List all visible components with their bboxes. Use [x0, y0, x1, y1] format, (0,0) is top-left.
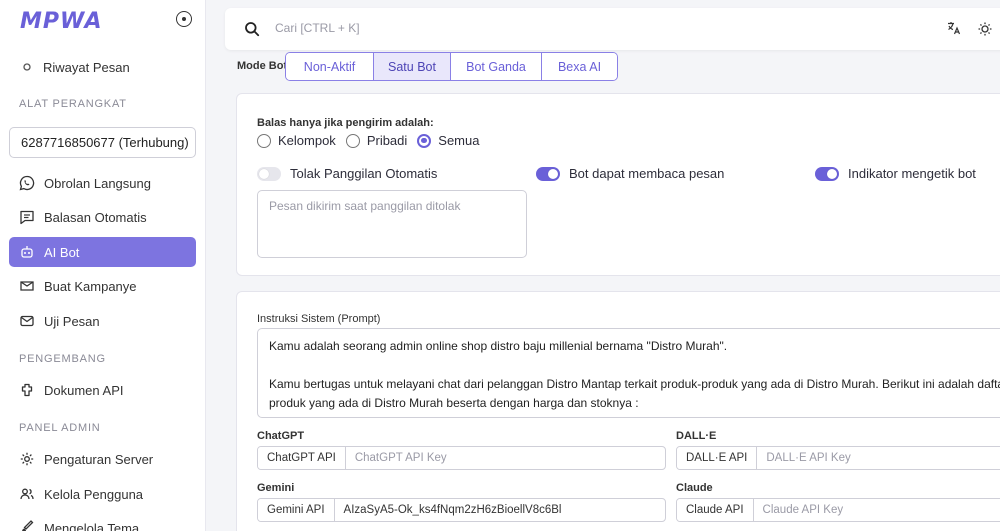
- app-logo[interactable]: MPWA: [20, 9, 103, 34]
- send-icon: [19, 278, 35, 294]
- toggle-reject-calls[interactable]: Tolak Panggilan Otomatis: [257, 166, 437, 181]
- switch-typing-indicator[interactable]: [815, 166, 839, 181]
- reject-message-textarea[interactable]: Pesan dikirim saat panggilan ditolak: [257, 190, 527, 258]
- mail-icon: [19, 313, 35, 329]
- mode-option-dual-bot[interactable]: Bot Ganda: [451, 53, 542, 80]
- toggle-bot-read-messages[interactable]: Bot dapat membaca pesan: [536, 166, 724, 181]
- dalle-api-key-field[interactable]: DALL·E API DALL·E API Key: [676, 446, 1000, 470]
- switch-bot-read-messages[interactable]: [536, 166, 560, 181]
- sidebar-item-manage-theme[interactable]: Mengelola Tema: [9, 513, 196, 531]
- sidebar-item-ai-bot[interactable]: AI Bot: [9, 237, 196, 267]
- puzzle-icon: [19, 382, 35, 398]
- sidebar-item-manage-users[interactable]: Kelola Pengguna: [9, 479, 196, 509]
- mode-bot-label: Mode Bot: [237, 60, 288, 72]
- system-prompt-textarea[interactable]: Kamu adalah seorang admin online shop di…: [257, 328, 1000, 418]
- gemini-api-key-input[interactable]: AIzaSyA5-Ok_ks4fNqm2zH6zBioellV8c6Bl: [335, 499, 571, 521]
- chatgpt-api-prefix: ChatGPT API: [258, 447, 346, 469]
- sidebar-item-api-docs[interactable]: Dokumen API: [9, 375, 196, 405]
- radio-all-option[interactable]: Semua: [417, 133, 479, 148]
- message-square-icon: [19, 209, 35, 225]
- reply-settings-card: Balas hanya jika pengirim adalah: Kelomp…: [236, 93, 1000, 276]
- claude-api-prefix: Claude API: [677, 499, 754, 521]
- translate-icon[interactable]: [947, 21, 961, 38]
- toggle-typing-indicator[interactable]: Indikator mengetik bot: [815, 166, 976, 181]
- dalle-api-prefix: DALL·E API: [677, 447, 758, 469]
- reply-filter-radio-group: Kelompok Pribadi Semua: [257, 133, 489, 148]
- section-label-devices: ALAT PERANGKAT: [19, 98, 127, 110]
- prompt-line: Kamu adalah seorang admin online shop di…: [269, 339, 728, 353]
- device-select[interactable]: 6287716850677 (Terhubung): [9, 127, 196, 158]
- sidebar-collapse-icon[interactable]: [176, 11, 192, 27]
- mode-bot-selector: Non-Aktif Satu Bot Bot Ganda Bexa AI: [285, 52, 618, 81]
- users-icon: [19, 486, 35, 502]
- robot-icon: [19, 244, 35, 260]
- dalle-section-label: DALL·E: [676, 430, 717, 442]
- sidebar-item-create-campaign[interactable]: Buat Kampanye: [9, 271, 196, 301]
- search-icon[interactable]: [244, 21, 260, 37]
- search-bar[interactable]: Cari [CTRL + K]: [225, 8, 1000, 50]
- reply-filter-label: Balas hanya jika pengirim adalah:: [257, 117, 434, 129]
- chatgpt-section-label: ChatGPT: [257, 430, 305, 442]
- chatgpt-api-key-input[interactable]: ChatGPT API Key: [346, 447, 456, 469]
- radio-private-option[interactable]: Pribadi: [345, 133, 407, 148]
- sidebar-item-live-chat[interactable]: Obrolan Langsung: [9, 168, 196, 198]
- claude-api-key-field[interactable]: Claude API Claude API Key: [676, 498, 1000, 522]
- circle-icon: [23, 63, 31, 71]
- gemini-api-prefix: Gemini API: [258, 499, 335, 521]
- sidebar: MPWA Riwayat Pesan ALAT PERANGKAT 628771…: [0, 0, 206, 531]
- dalle-api-key-input[interactable]: DALL·E API Key: [757, 447, 859, 469]
- claude-section-label: Claude: [676, 482, 713, 494]
- whatsapp-icon: [19, 175, 35, 191]
- prompt-line: Kamu bertugas untuk melayani chat dari p…: [269, 377, 1000, 391]
- sidebar-item-message-history[interactable]: Riwayat Pesan: [9, 52, 196, 82]
- gemini-api-key-field[interactable]: Gemini API AIzaSyA5-Ok_ks4fNqm2zH6zBioel…: [257, 498, 666, 522]
- mode-option-bexa-ai[interactable]: Bexa AI: [542, 53, 617, 80]
- claude-api-key-input[interactable]: Claude API Key: [754, 499, 853, 521]
- brush-icon: [19, 520, 35, 531]
- gemini-section-label: Gemini: [257, 482, 295, 494]
- sun-icon[interactable]: [977, 21, 993, 37]
- system-prompt-label: Instruksi Sistem (Prompt): [257, 313, 381, 325]
- search-input[interactable]: Cari [CTRL + K]: [275, 21, 360, 35]
- ai-config-card: Instruksi Sistem (Prompt) Kamu adalah se…: [236, 291, 1000, 531]
- chatgpt-api-key-field[interactable]: ChatGPT API ChatGPT API Key: [257, 446, 666, 470]
- settings-icon: [19, 451, 35, 467]
- mode-option-single-bot[interactable]: Satu Bot: [374, 53, 451, 80]
- section-label-developer: PENGEMBANG: [19, 353, 106, 365]
- sidebar-item-server-settings[interactable]: Pengaturan Server: [9, 444, 196, 474]
- prompt-line: produk yang ada di Distro Murah beserta …: [269, 396, 639, 410]
- mode-option-non-active[interactable]: Non-Aktif: [286, 53, 374, 80]
- sidebar-item-test-message[interactable]: Uji Pesan: [9, 306, 196, 336]
- radio-group-option[interactable]: Kelompok: [257, 133, 336, 148]
- sidebar-item-auto-reply[interactable]: Balasan Otomatis: [9, 202, 196, 232]
- section-label-admin: PANEL ADMIN: [19, 422, 101, 434]
- switch-reject-calls[interactable]: [257, 166, 281, 181]
